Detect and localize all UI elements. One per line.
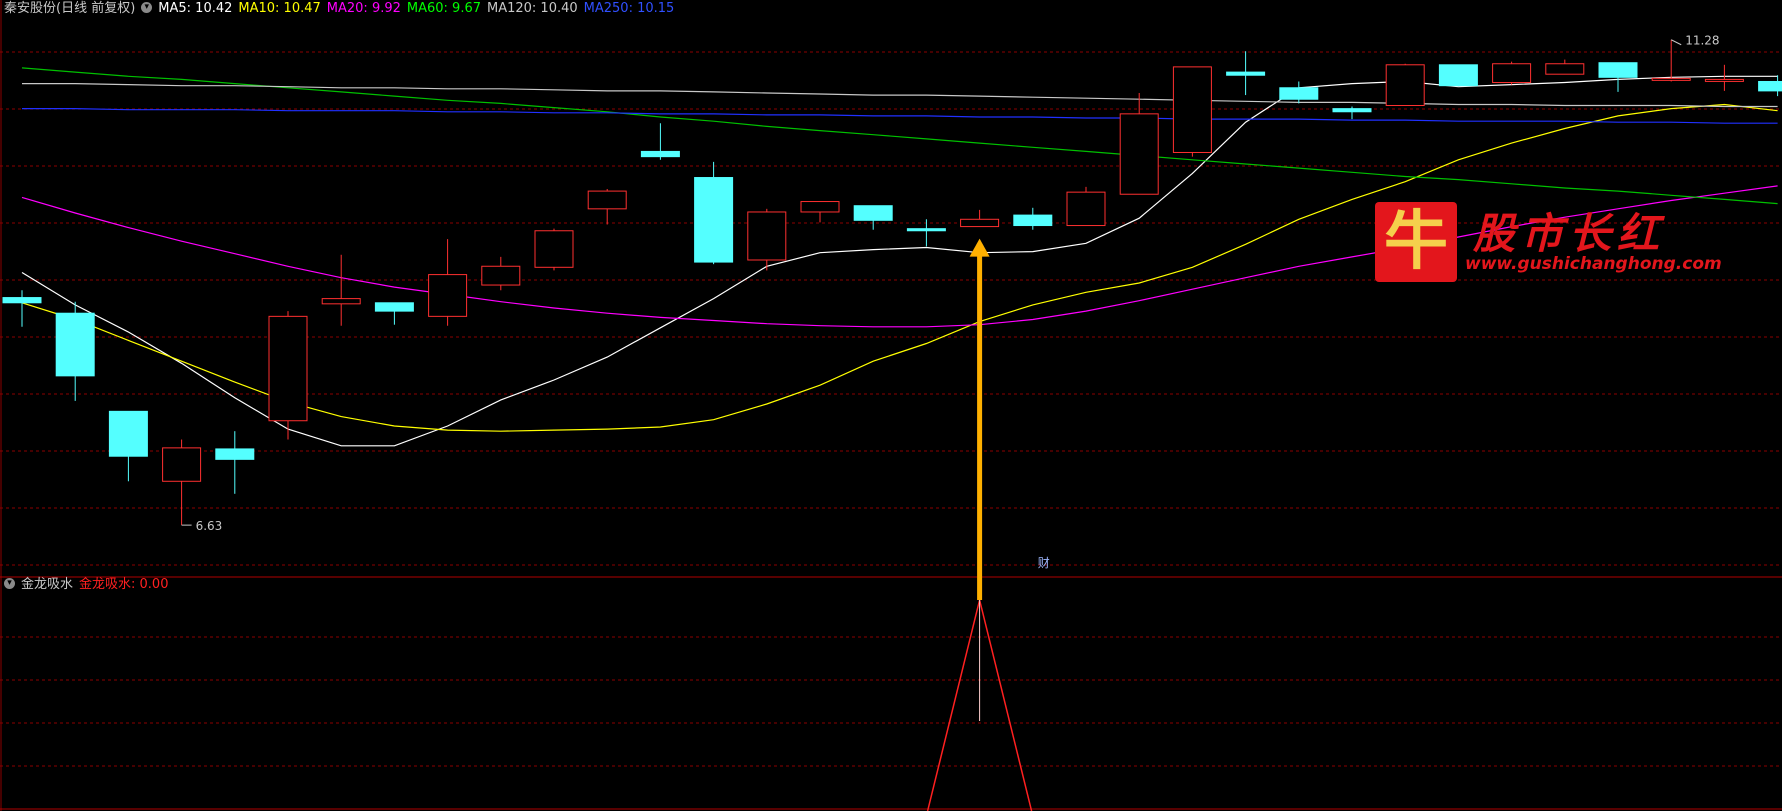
candle: [108, 410, 148, 482]
chevron-down-icon[interactable]: ▾: [4, 578, 15, 589]
candle-body: [1385, 64, 1425, 107]
indicator-panel: [926, 238, 1033, 811]
candle: [747, 208, 787, 271]
candle: [321, 254, 361, 326]
candle: [428, 239, 468, 326]
high-pointer: [1670, 39, 1682, 46]
candle-body: [481, 265, 521, 286]
candle: [694, 161, 734, 265]
candle: [587, 189, 627, 225]
candle: [960, 209, 1000, 228]
candle: [1492, 61, 1532, 85]
ma60-label: MA60: 9.67: [406, 1, 481, 16]
candle-body: [800, 201, 840, 213]
candle-body: [1492, 63, 1532, 84]
chart-annotations: 11.28 6.63 财: [181, 34, 1720, 570]
candle-body: [1279, 87, 1319, 100]
candle-body: [694, 177, 734, 263]
candle-body: [55, 312, 95, 377]
candle-body: [1013, 214, 1053, 227]
brand-url: www.gushichanghong.com: [1465, 254, 1722, 274]
candle: [800, 201, 840, 223]
candle-body: [268, 315, 308, 422]
candle-body: [428, 274, 468, 317]
ma250-label: MA250: 10.15: [583, 1, 675, 16]
candle: [1385, 63, 1425, 107]
candle: [534, 228, 574, 271]
candle: [481, 256, 521, 291]
candle-body: [1332, 108, 1372, 113]
watermark-logo: 牛 股市长红 www.gushichanghong.com: [1375, 188, 1722, 288]
candle-body: [108, 410, 148, 457]
candle-body: [640, 150, 680, 158]
candle-body: [1545, 63, 1585, 75]
chevron-down-icon[interactable]: ▾: [141, 2, 153, 13]
ma60-line: [21, 67, 1778, 205]
candle-body: [374, 302, 414, 312]
candle: [162, 439, 202, 526]
candle: [1704, 64, 1744, 91]
indicator-header: ▾ 金龙吸水 金龙吸水: 0.00: [4, 576, 174, 594]
candle: [1438, 64, 1478, 87]
candle-body: [1226, 71, 1266, 76]
ox-logo-icon: 牛: [1375, 202, 1457, 282]
candle: [640, 123, 680, 160]
candle-body: [587, 190, 627, 210]
candle: [1332, 106, 1372, 120]
candle: [1066, 186, 1106, 227]
candle: [215, 431, 255, 494]
ma5-label: MA5: 10.42: [158, 1, 233, 16]
candle-body: [1704, 78, 1744, 82]
candle-body: [1119, 113, 1159, 195]
candle: [1226, 51, 1266, 96]
low-price-label: 6.63: [196, 519, 223, 533]
stock-title: 秦安股份(日线 前复权): [4, 1, 136, 16]
candle: [1598, 62, 1638, 92]
candle-body: [162, 447, 202, 482]
candle: [1119, 92, 1159, 195]
candle: [55, 301, 95, 401]
candle-body: [2, 297, 42, 304]
high-price-label: 11.28: [1685, 34, 1719, 48]
candle-body: [1651, 77, 1691, 81]
candle-body: [1066, 191, 1106, 227]
candle-body: [1598, 62, 1638, 78]
indicator-value: 金龙吸水: 0.00: [79, 577, 169, 592]
candle-body: [1438, 64, 1478, 87]
ma20-label: MA20: 9.92: [326, 1, 401, 16]
candle-body: [960, 218, 1000, 228]
candle: [2, 290, 42, 327]
candle: [1013, 207, 1053, 230]
candle-body: [534, 230, 574, 268]
ma10-label: MA10: 10.47: [238, 1, 321, 16]
candle-body: [906, 228, 946, 232]
brand-text: 股市长红: [1473, 209, 1666, 258]
candle: [1545, 59, 1585, 75]
candle: [1172, 66, 1212, 157]
candle-body: [1172, 66, 1212, 153]
candle: [853, 205, 893, 230]
signal-arrow-head: [969, 238, 990, 257]
candle: [1279, 81, 1319, 104]
candle-body: [747, 211, 787, 261]
financial-report-marker[interactable]: 财: [1038, 556, 1050, 570]
candle-body: [853, 205, 893, 221]
candle: [268, 311, 308, 440]
ma120-line: [22, 82, 1778, 108]
candle: [1758, 75, 1782, 97]
main-chart-header: 秦安股份(日线 前复权) ▾ MA5: 10.42 MA10: 10.47 MA20: …: [4, 0, 680, 18]
candle-body: [215, 448, 255, 460]
indicator-name: 金龙吸水: [21, 577, 74, 592]
ma250-line: [22, 107, 1778, 124]
candle: [374, 302, 414, 325]
ma120-label: MA120: 10.40: [487, 1, 578, 16]
candle-body: [321, 298, 361, 305]
candle-body: [1758, 80, 1782, 92]
kline-chart[interactable]: 11.28 6.63 财: [0, 0, 1782, 811]
